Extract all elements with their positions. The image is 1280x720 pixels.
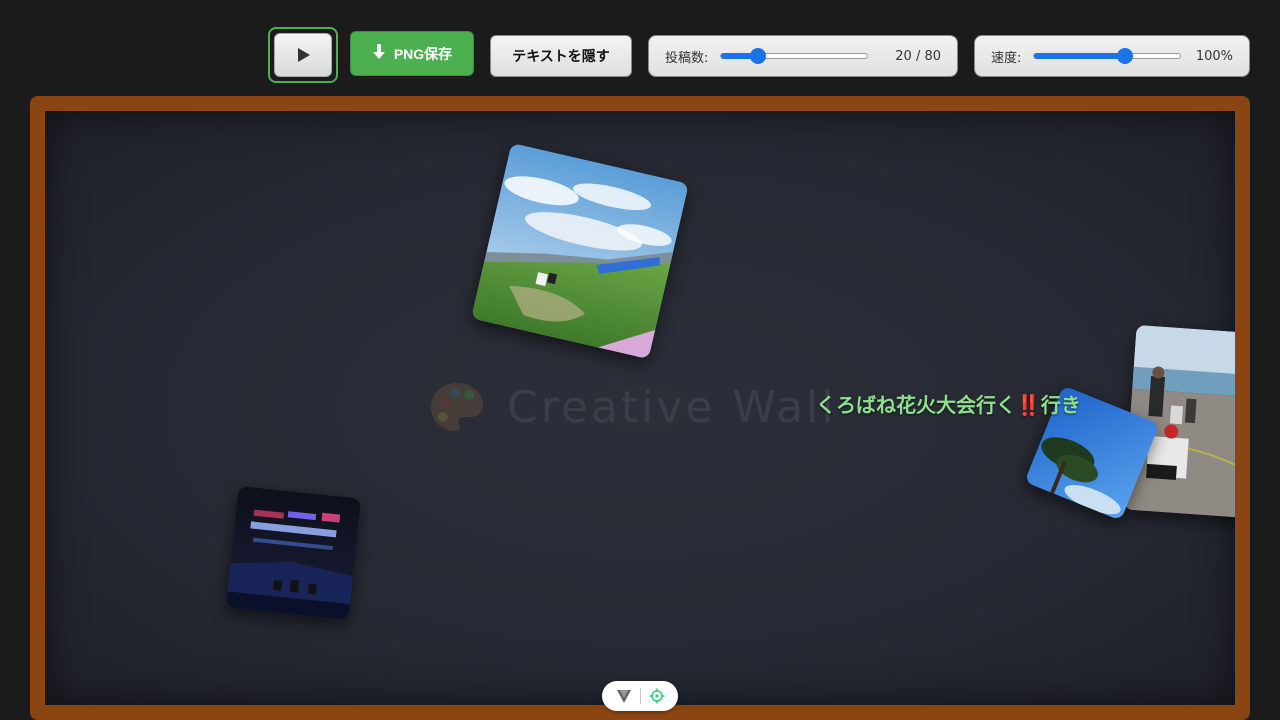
play-icon xyxy=(298,48,310,62)
post-count-label: 投稿数: xyxy=(665,50,709,66)
download-arrow-icon xyxy=(372,43,386,64)
wall-text-post[interactable]: くろばね花火大会行く‼️行き xyxy=(816,389,1081,418)
speed-label: 速度: xyxy=(991,50,1022,66)
speed-slider[interactable] xyxy=(1033,48,1182,64)
play-button[interactable] xyxy=(268,27,338,83)
devtools-pill[interactable] xyxy=(602,681,678,711)
target-icon[interactable] xyxy=(649,688,665,704)
speed-slider-fill xyxy=(1034,53,1126,59)
hide-text-label: テキストを隠す xyxy=(512,48,610,64)
play-button-face[interactable] xyxy=(274,33,332,77)
post-count-slider[interactable] xyxy=(720,48,869,64)
night-drone-show-photo[interactable] xyxy=(225,485,362,621)
png-save-button[interactable]: PNG保存 xyxy=(350,31,474,76)
hide-text-button[interactable]: テキストを隠す xyxy=(490,35,632,77)
creative-wall-canvas[interactable]: Creative Wall くろばね花火大会行く‼️行き xyxy=(45,111,1235,705)
post-count-control: 投稿数: 20 / 80 xyxy=(648,35,958,77)
vuetify-logo-icon[interactable] xyxy=(616,688,632,704)
post-count-slider-thumb[interactable] xyxy=(750,48,767,64)
watermark-text: Creative Wall xyxy=(507,381,837,433)
png-save-label: PNG保存 xyxy=(393,45,453,62)
post-count-value: 20 / 80 xyxy=(895,48,941,64)
night-drone-show-image xyxy=(225,485,362,621)
speed-control: 速度: 100% xyxy=(974,35,1250,77)
palette-icon xyxy=(431,383,483,431)
speed-value: 100% xyxy=(1195,48,1233,64)
grass-field-sky-image xyxy=(471,142,689,360)
wall-watermark: Creative Wall xyxy=(429,381,837,433)
speed-slider-thumb[interactable] xyxy=(1117,48,1134,64)
pill-divider xyxy=(639,688,641,704)
grass-field-sky-photo[interactable] xyxy=(471,142,689,360)
